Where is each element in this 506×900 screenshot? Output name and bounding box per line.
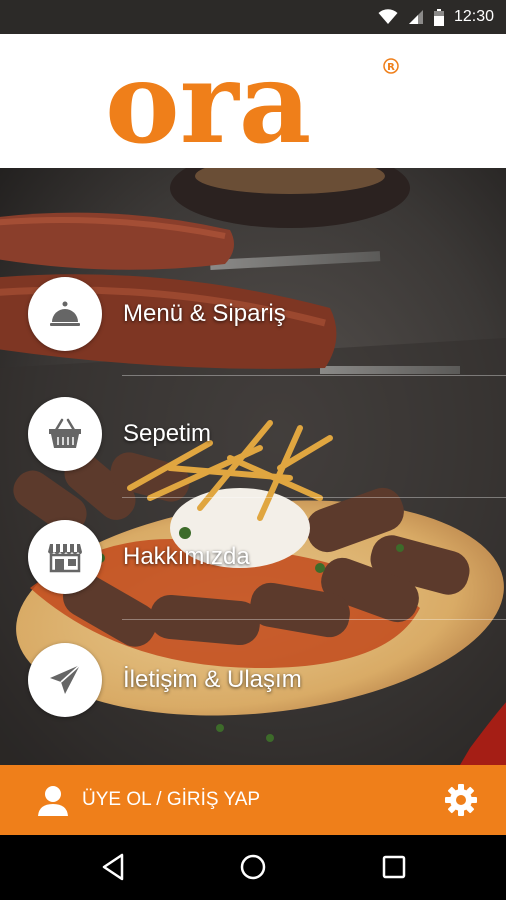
menu-item-cart[interactable]: Sepetim xyxy=(28,394,211,474)
menu-item-label: Sepetim xyxy=(123,420,212,447)
recents-icon[interactable] xyxy=(376,849,412,885)
menu-item-about[interactable]: Hakkımızda xyxy=(28,517,250,597)
ora-logo: ora R xyxy=(105,50,399,160)
menu-divider xyxy=(122,497,506,498)
cloche-icon xyxy=(50,301,80,326)
logo-text: ora xyxy=(105,50,311,160)
menu-divider xyxy=(122,375,506,376)
header: ora R xyxy=(0,34,506,168)
menu-item-icon-circle xyxy=(28,397,102,471)
back-icon[interactable] xyxy=(96,849,132,885)
status-bar: 12:30 xyxy=(0,0,506,34)
paper-plane-icon xyxy=(50,664,81,694)
user-icon xyxy=(38,786,68,816)
menu-divider xyxy=(122,619,506,620)
status-icons: 12:30 xyxy=(378,0,494,34)
menu-item-label: İletişim & Ulaşım xyxy=(123,666,302,693)
menu-item-label: Menü & Sipariş xyxy=(123,300,286,327)
wifi-icon xyxy=(378,9,398,24)
login-register-button[interactable]: ÜYE OL / GİRİŞ YAP xyxy=(36,765,260,835)
battery-icon xyxy=(433,8,444,26)
gear-icon[interactable] xyxy=(444,783,478,817)
storefront-icon xyxy=(48,544,82,573)
menu-item-icon-circle xyxy=(28,277,102,351)
home-icon[interactable] xyxy=(235,849,271,885)
menu-item-icon-circle xyxy=(28,520,102,594)
login-register-label: ÜYE OL / GİRİŞ YAP xyxy=(82,789,261,810)
status-time: 12:30 xyxy=(453,8,494,25)
menu-item-label: Hakkımızda xyxy=(123,543,250,570)
menu-item-icon-circle xyxy=(28,643,102,717)
svg-text:R: R xyxy=(387,62,395,73)
basket-icon xyxy=(49,418,81,448)
menu-item-contact[interactable]: İletişim & Ulaşım xyxy=(28,640,302,720)
menu-item-menu-order[interactable]: Menü & Sipariş xyxy=(28,274,286,354)
cellular-signal-icon xyxy=(408,10,423,24)
navigation-bar xyxy=(0,835,506,900)
bottom-bar: ÜYE OL / GİRİŞ YAP xyxy=(0,765,506,835)
